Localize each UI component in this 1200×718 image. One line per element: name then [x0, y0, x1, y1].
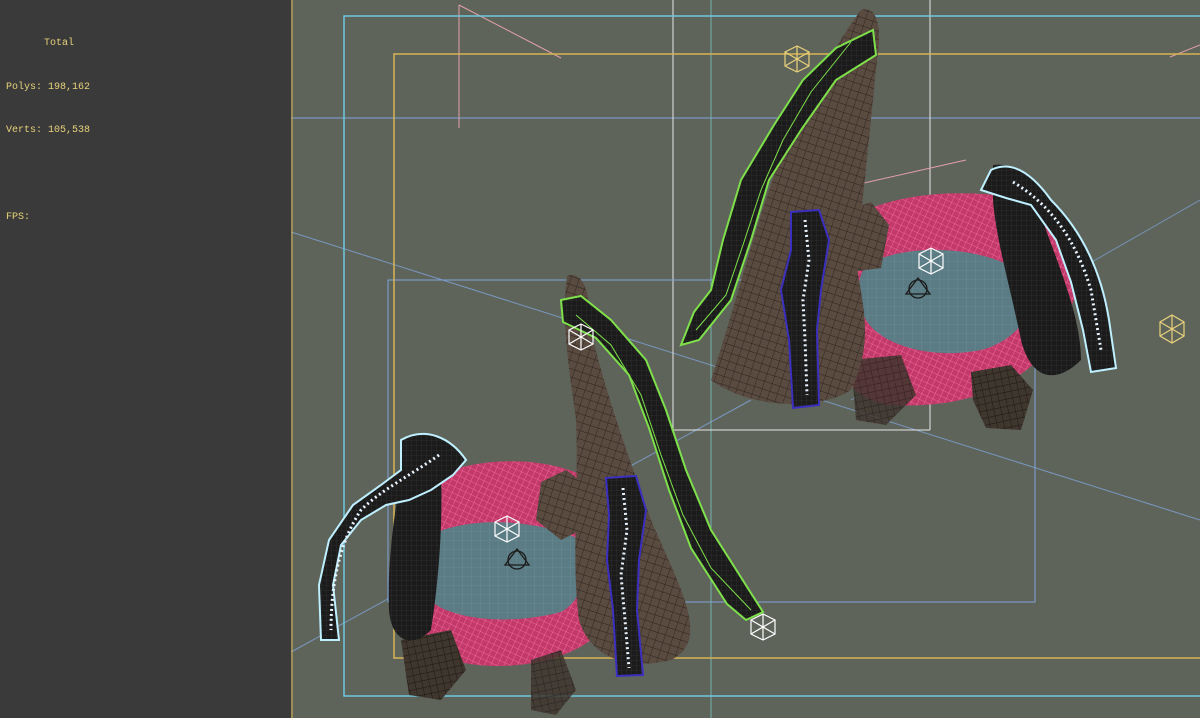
polys-value: 198,162 [48, 81, 91, 93]
polys-label: Polys: [6, 81, 43, 93]
fps-stat: FPS: [6, 211, 90, 226]
light-helper-icon[interactable] [750, 613, 776, 641]
fps-label: FPS: [6, 212, 31, 223]
scene-statistics: Total Polys: 198,162 Verts: 105,538 FPS: [6, 8, 90, 255]
viewport-statistics-panel: Total Polys: 198,162 Verts: 105,538 FPS: [0, 0, 292, 718]
verts-label: Verts: [6, 125, 43, 136]
verts-stat: Verts: 105,538 [6, 124, 90, 139]
3d-viewport[interactable] [291, 0, 1200, 718]
light-helper-icon[interactable] [784, 45, 810, 73]
stats-header: Total [44, 38, 75, 49]
polys-stat: Polys: 198,162 [6, 81, 90, 96]
stats-gap [6, 168, 90, 183]
scene-object-island-right[interactable] [679, 9, 1118, 430]
verts-value: 105,538 [48, 125, 91, 136]
viewport-scene[interactable] [291, 0, 1200, 718]
light-helper-icon[interactable] [1159, 314, 1185, 344]
